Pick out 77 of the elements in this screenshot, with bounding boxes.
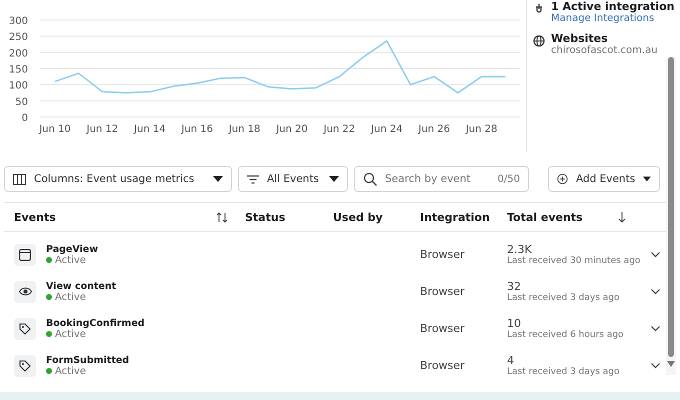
x-tick-label: Jun 26 <box>418 124 450 135</box>
column-header[interactable]: Status <box>245 210 286 224</box>
y-tick-label: 0 <box>22 113 28 124</box>
column-header[interactable]: Integration <box>420 210 490 224</box>
event-status: Active <box>55 254 86 266</box>
x-tick-label: Jun 10 <box>39 124 71 135</box>
event-total: 2.3K <box>507 243 533 256</box>
integration-count: 1 Active integration <box>551 0 674 13</box>
manage-integrations-link[interactable]: Manage Integrations <box>551 13 674 24</box>
integration-icon <box>533 3 545 15</box>
character-counter: 0/50 <box>498 174 520 184</box>
y-tick-label: 150 <box>8 64 28 76</box>
event-name[interactable]: View content <box>46 280 116 292</box>
table-cell: Browser <box>420 248 465 261</box>
event-total: 4 <box>507 354 515 367</box>
tag-icon <box>19 322 31 334</box>
last-received: Last received 6 hours ago <box>507 330 624 340</box>
search-field[interactable]: Search by event 0/50 <box>354 166 529 192</box>
scroll-down-arrow-icon[interactable] <box>667 361 675 367</box>
x-tick-label: Jun 22 <box>324 124 356 135</box>
chevron-down-icon[interactable] <box>651 326 660 332</box>
search-input[interactable]: Search by event <box>385 173 490 185</box>
column-header[interactable]: Events <box>14 210 56 224</box>
event-status: Active <box>55 328 86 340</box>
plus-circle-icon <box>557 172 568 186</box>
add-events-button[interactable]: Add Events <box>548 166 660 192</box>
websites-title: Websites <box>551 32 609 45</box>
filter-icon <box>247 174 259 184</box>
column-header[interactable]: Total events <box>507 210 583 224</box>
x-tick-label: Jun 16 <box>181 124 213 135</box>
event-name[interactable]: PageView <box>46 244 98 254</box>
last-received: Last received 3 days ago <box>507 293 620 303</box>
table-cell: Browser <box>420 322 465 335</box>
y-tick-label: 250 <box>8 32 28 44</box>
tag-icon <box>19 360 31 372</box>
chevron-down-icon[interactable] <box>651 252 660 258</box>
status-dot <box>46 368 52 374</box>
status-dot <box>46 331 52 337</box>
eye-icon <box>18 287 32 296</box>
event-total: 10 <box>507 317 522 330</box>
x-tick-label: Jun 12 <box>86 124 118 135</box>
last-received: Last received 30 minutes ago <box>507 256 640 266</box>
caret-icon <box>643 176 651 182</box>
sort-down-icon[interactable] <box>618 212 626 222</box>
search-icon <box>363 172 377 186</box>
x-tick-label: Jun 14 <box>134 124 166 135</box>
last-received: Last received 3 days ago <box>507 367 620 377</box>
table-cell: Browser <box>420 359 465 372</box>
columns-icon <box>13 174 26 184</box>
event-total: 32 <box>507 280 522 293</box>
y-tick-label: 50 <box>15 96 28 108</box>
status-dot <box>46 257 52 263</box>
globe-icon <box>533 35 545 47</box>
x-tick-label: Jun 20 <box>276 124 308 135</box>
sort-icon[interactable] <box>216 212 228 222</box>
columns-dropdown[interactable]: Columns: Event usage metrics <box>4 166 232 192</box>
y-tick-label: 100 <box>8 80 28 92</box>
chevron-down-icon[interactable] <box>651 288 660 294</box>
chevron-down-icon[interactable] <box>651 362 660 368</box>
x-tick-label: Jun 18 <box>228 124 260 135</box>
y-tick-label: 300 <box>8 16 28 27</box>
y-tick-label: 200 <box>8 48 28 60</box>
x-tick-label: Jun 24 <box>371 124 403 135</box>
window-icon <box>19 248 31 260</box>
website-url: chirosofascot.com.au <box>551 45 658 56</box>
scrollbar[interactable] <box>666 57 676 375</box>
caret-icon <box>213 176 223 182</box>
event-filter-dropdown[interactable]: All Events <box>238 166 348 192</box>
caret-icon <box>329 176 339 182</box>
column-header[interactable]: Used by <box>333 210 383 224</box>
event-name[interactable]: BookingConfirmed <box>46 318 145 328</box>
x-tick-label: Jun 28 <box>466 124 498 135</box>
status-dot <box>46 294 52 300</box>
event-status: Active <box>55 292 86 302</box>
event-status: Active <box>55 366 86 376</box>
table-cell: Browser <box>420 285 465 298</box>
event-name[interactable]: FormSubmitted <box>46 354 130 366</box>
